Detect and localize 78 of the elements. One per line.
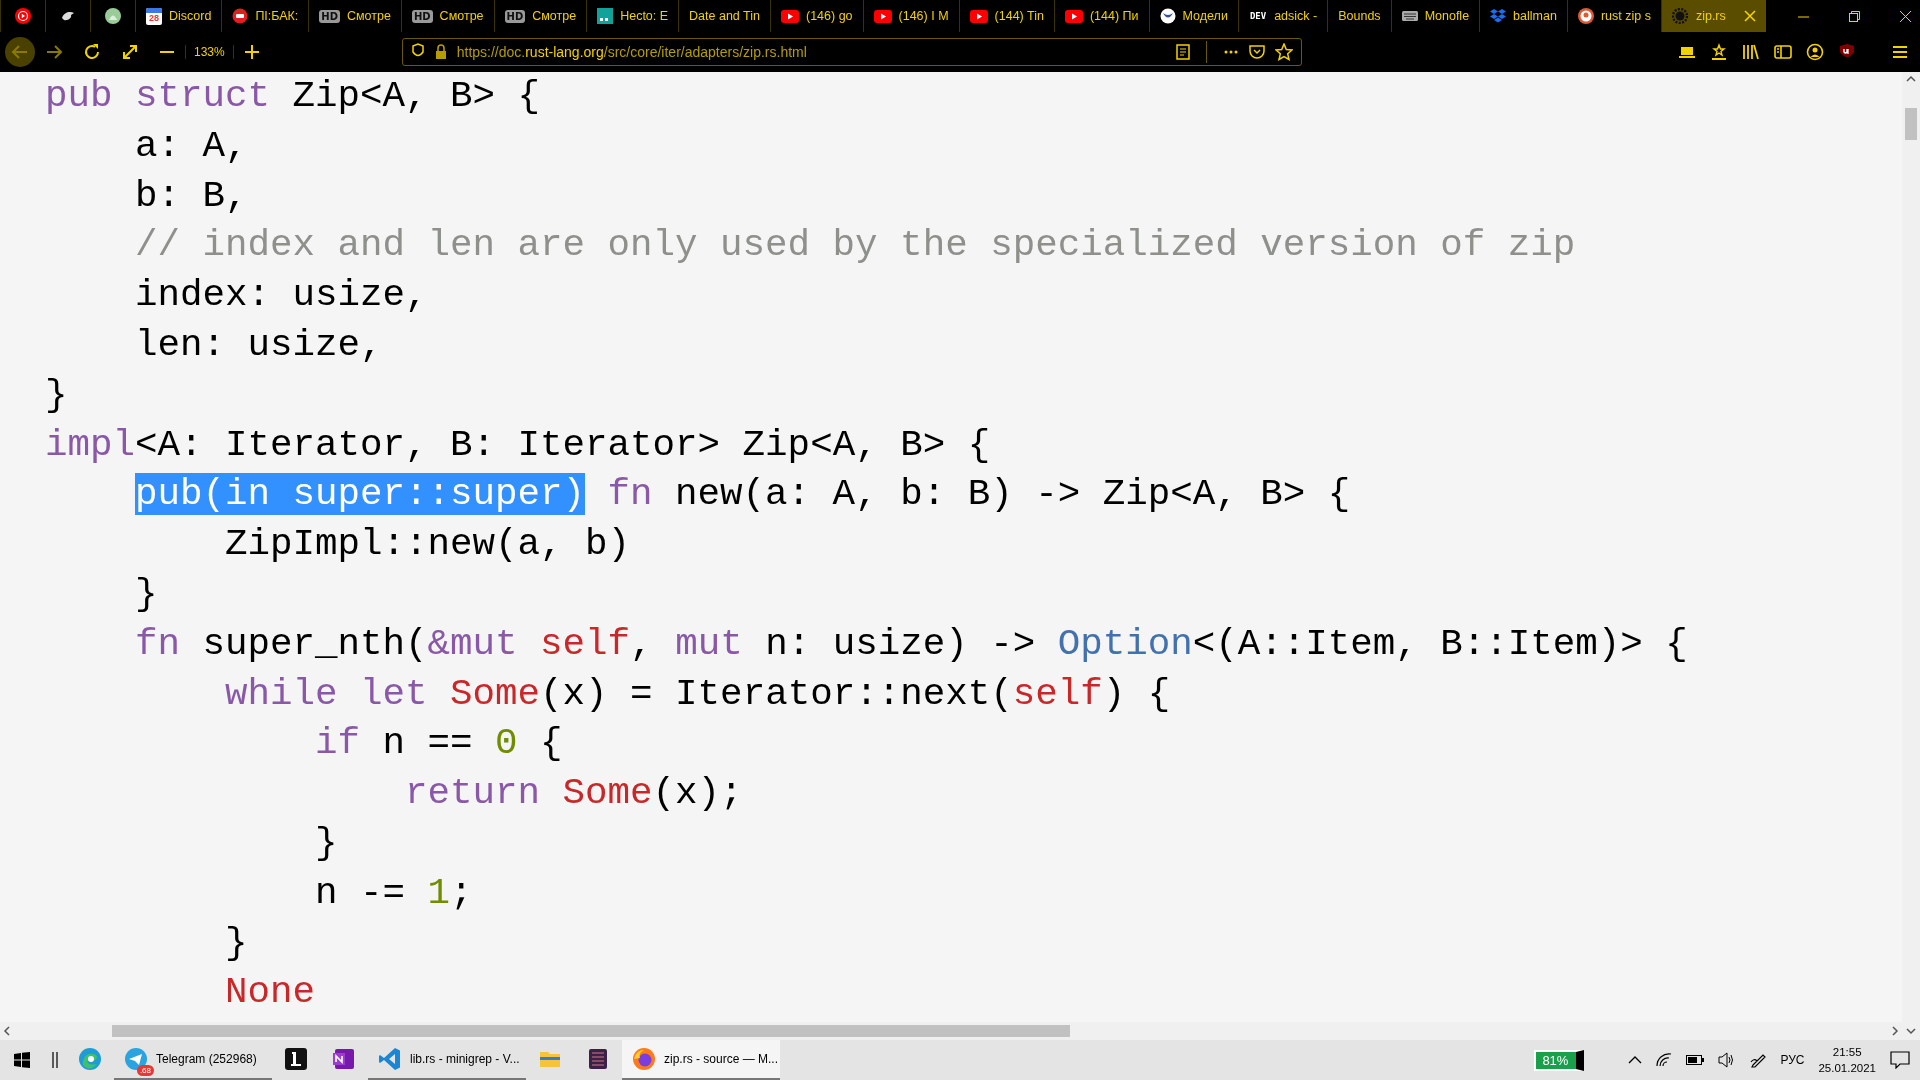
taskbar-app[interactable]: lib.rs - minigrep - V... bbox=[368, 1040, 526, 1080]
reader-view-icon[interactable] bbox=[1175, 43, 1190, 61]
code-line: // index and len are only used by the specialized version of zip bbox=[134, 223, 1576, 269]
circle-icon bbox=[232, 8, 249, 24]
code-line: fn super_nth(&mut self, mut n: usize) -> Option<(A::Item, B::Item)> { bbox=[134, 621, 1688, 667]
code-line: b: B, bbox=[134, 173, 248, 219]
taskbar-app[interactable]: .68 Telegram (252968) bbox=[114, 1040, 272, 1080]
back-icon bbox=[11, 43, 29, 61]
url-text: https://doc.rust-lang.org/src/core/iter/adapters/zip.rs.html bbox=[456, 44, 808, 60]
browser-tab[interactable]: zip.rs bbox=[1660, 0, 1766, 32]
chevron-up-icon[interactable] bbox=[1628, 1055, 1643, 1065]
hd-icon: HD bbox=[319, 9, 340, 23]
code-line: while let Some(x) = Iterator::next(self) { bbox=[224, 671, 1171, 717]
duck-icon bbox=[1577, 8, 1594, 24]
pocket-icon[interactable] bbox=[1248, 43, 1265, 61]
hd-icon: HD bbox=[411, 9, 433, 23]
taskbar-app[interactable]: zip.rs - source — M... bbox=[622, 1040, 780, 1080]
pen-icon[interactable] bbox=[1750, 1052, 1767, 1068]
task-view-icon[interactable] bbox=[52, 1052, 58, 1068]
firefox-icon bbox=[632, 1047, 656, 1071]
account-icon[interactable] bbox=[1806, 43, 1824, 61]
address-bar[interactable]: https://doc.rust-lang.org/src/core/iter/adapters/zip.rs.html bbox=[401, 38, 1302, 66]
notification-icon[interactable] bbox=[1890, 1051, 1910, 1069]
back-button[interactable] bbox=[5, 37, 35, 67]
dropbox-icon bbox=[1490, 8, 1507, 24]
library-icon[interactable] bbox=[1742, 43, 1760, 61]
music-icon bbox=[15, 8, 31, 24]
zoom-level[interactable]: 133% bbox=[185, 45, 234, 59]
chart-icon bbox=[597, 8, 614, 24]
code-line: } bbox=[314, 820, 338, 866]
code-line: if n == 0 { bbox=[314, 721, 563, 767]
app-icon bbox=[586, 1047, 610, 1071]
clock[interactable]: 21:55 25.01.2021 bbox=[1818, 1044, 1876, 1076]
code-line: len: usize, bbox=[134, 323, 383, 368]
code-line: } bbox=[134, 571, 158, 617]
input-language[interactable]: РУС bbox=[1780, 1053, 1805, 1067]
close-icon[interactable] bbox=[1743, 10, 1756, 22]
code-line: } bbox=[224, 920, 248, 966]
windows-icon[interactable] bbox=[14, 1052, 30, 1068]
wifi-icon[interactable] bbox=[1656, 1053, 1673, 1067]
battery-icon[interactable] bbox=[1686, 1055, 1705, 1065]
battery-widget: 81% bbox=[1534, 1049, 1585, 1071]
code-line: index: usize, bbox=[134, 273, 428, 319]
reload-icon[interactable] bbox=[83, 43, 101, 61]
sidebar-icon[interactable] bbox=[1774, 43, 1792, 61]
expand-icon[interactable] bbox=[121, 43, 139, 61]
edge-icon bbox=[78, 1047, 102, 1071]
keyboard-icon bbox=[1401, 11, 1418, 21]
code-line: pub(in super::super) fn new(a: A, b: B) -> Zip<A, B> { bbox=[134, 472, 1351, 518]
hd-icon: HD bbox=[504, 9, 526, 23]
forward-icon[interactable] bbox=[45, 43, 63, 61]
scrollbar-thumb[interactable] bbox=[112, 1025, 1070, 1037]
code-line: a: A, bbox=[134, 123, 248, 169]
play-icon bbox=[781, 9, 799, 23]
calendar-icon: 28 bbox=[146, 7, 162, 25]
gear-icon bbox=[1671, 8, 1688, 24]
notebook-icon bbox=[332, 1047, 356, 1071]
play-icon bbox=[969, 9, 988, 23]
code-line: n -= 1; bbox=[314, 870, 473, 916]
code-editor-icon bbox=[378, 1047, 402, 1071]
code-line: } bbox=[45, 372, 68, 418]
code-line: return Some(x); bbox=[404, 771, 743, 817]
code-line: pub struct Zip<A, B> { bbox=[45, 74, 541, 119]
close-icon[interactable] bbox=[1899, 10, 1911, 22]
lock-icon bbox=[434, 43, 447, 61]
restore-icon[interactable] bbox=[1848, 10, 1860, 22]
star-icon[interactable] bbox=[1274, 43, 1293, 61]
unread-badge: .68 bbox=[136, 1065, 154, 1076]
code-line: impl<A: Iterator, B: Iterator> Zip<A, B> { bbox=[45, 422, 991, 468]
play-icon bbox=[1064, 9, 1083, 23]
zoom-in-icon[interactable] bbox=[243, 43, 260, 61]
letter-l-icon bbox=[284, 1047, 308, 1071]
code-line: None bbox=[224, 970, 316, 1016]
scrollbar-thumb[interactable] bbox=[1905, 108, 1917, 140]
play-icon bbox=[873, 9, 892, 23]
code-line: ZipImpl::new(a, b) bbox=[224, 522, 631, 568]
bookmark-star-icon[interactable] bbox=[1710, 43, 1728, 61]
menu-icon[interactable] bbox=[1892, 43, 1908, 61]
